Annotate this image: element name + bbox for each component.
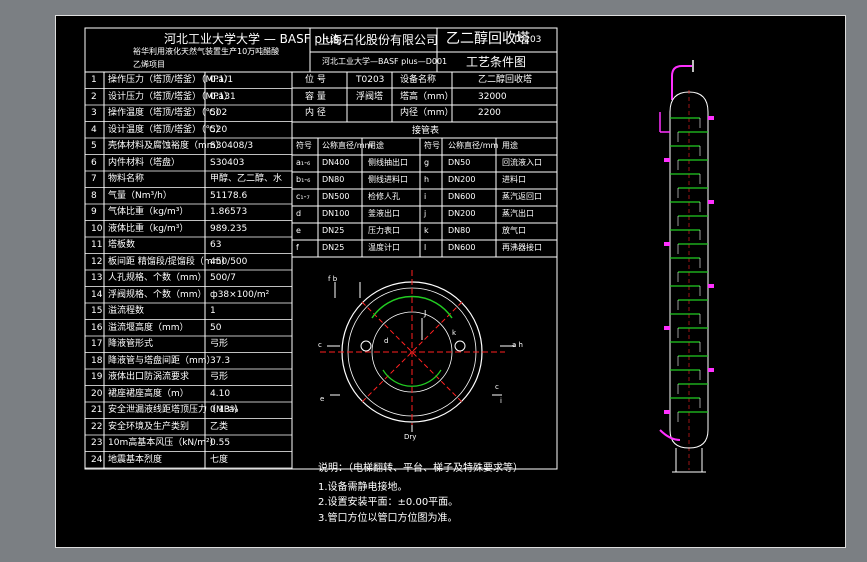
side-nozzle bbox=[664, 410, 670, 414]
column-elevation bbox=[659, 60, 714, 473]
side-nozzle bbox=[664, 158, 670, 162]
side-nozzle bbox=[708, 284, 714, 288]
side-nozzle bbox=[664, 242, 670, 246]
side-nozzle bbox=[708, 116, 714, 120]
top-head bbox=[669, 91, 709, 113]
side-nozzle bbox=[708, 368, 714, 372]
vapor-outlet-pipe bbox=[671, 65, 692, 100]
side-nozzle bbox=[664, 326, 670, 330]
side-nozzle bbox=[708, 200, 714, 204]
